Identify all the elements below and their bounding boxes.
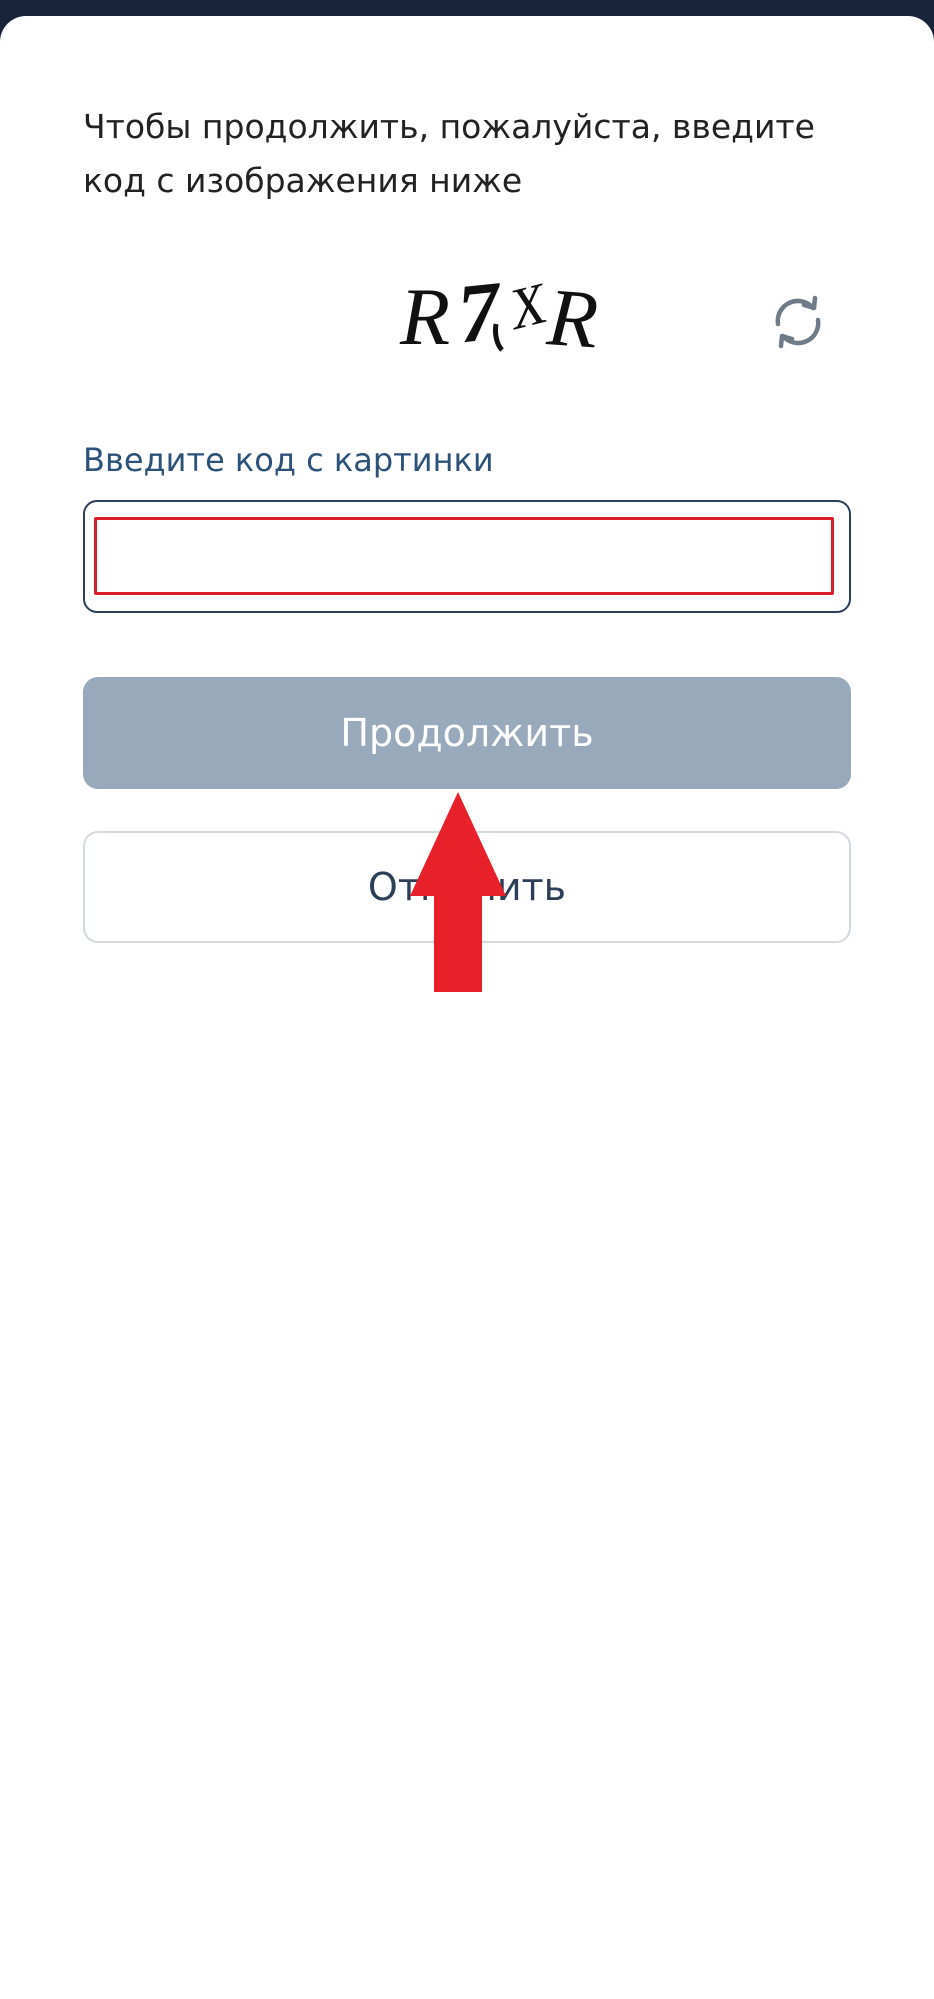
instruction-text: Чтобы продолжить, пожалуйста, введите ко… <box>83 100 863 208</box>
captcha-image: R 7 X R <box>399 264 601 364</box>
instruction-line-1: Чтобы продолжить, пожалуйста, введите <box>83 107 815 146</box>
pointer-arrow-icon <box>410 792 506 992</box>
refresh-captcha-button[interactable] <box>762 286 834 358</box>
refresh-icon <box>775 295 821 349</box>
continue-button[interactable]: Продолжить <box>83 677 851 789</box>
instruction-line-2: код с изображения ниже <box>83 161 523 200</box>
code-field-label: Введите код с картинки <box>83 441 494 479</box>
captcha-sheet: Чтобы продолжить, пожалуйста, введите ко… <box>0 16 934 1999</box>
captcha-char-1: R <box>399 271 450 362</box>
captcha-char-4: R <box>544 271 601 364</box>
code-input-container[interactable] <box>83 500 851 613</box>
captcha-code-input[interactable] <box>99 522 829 590</box>
